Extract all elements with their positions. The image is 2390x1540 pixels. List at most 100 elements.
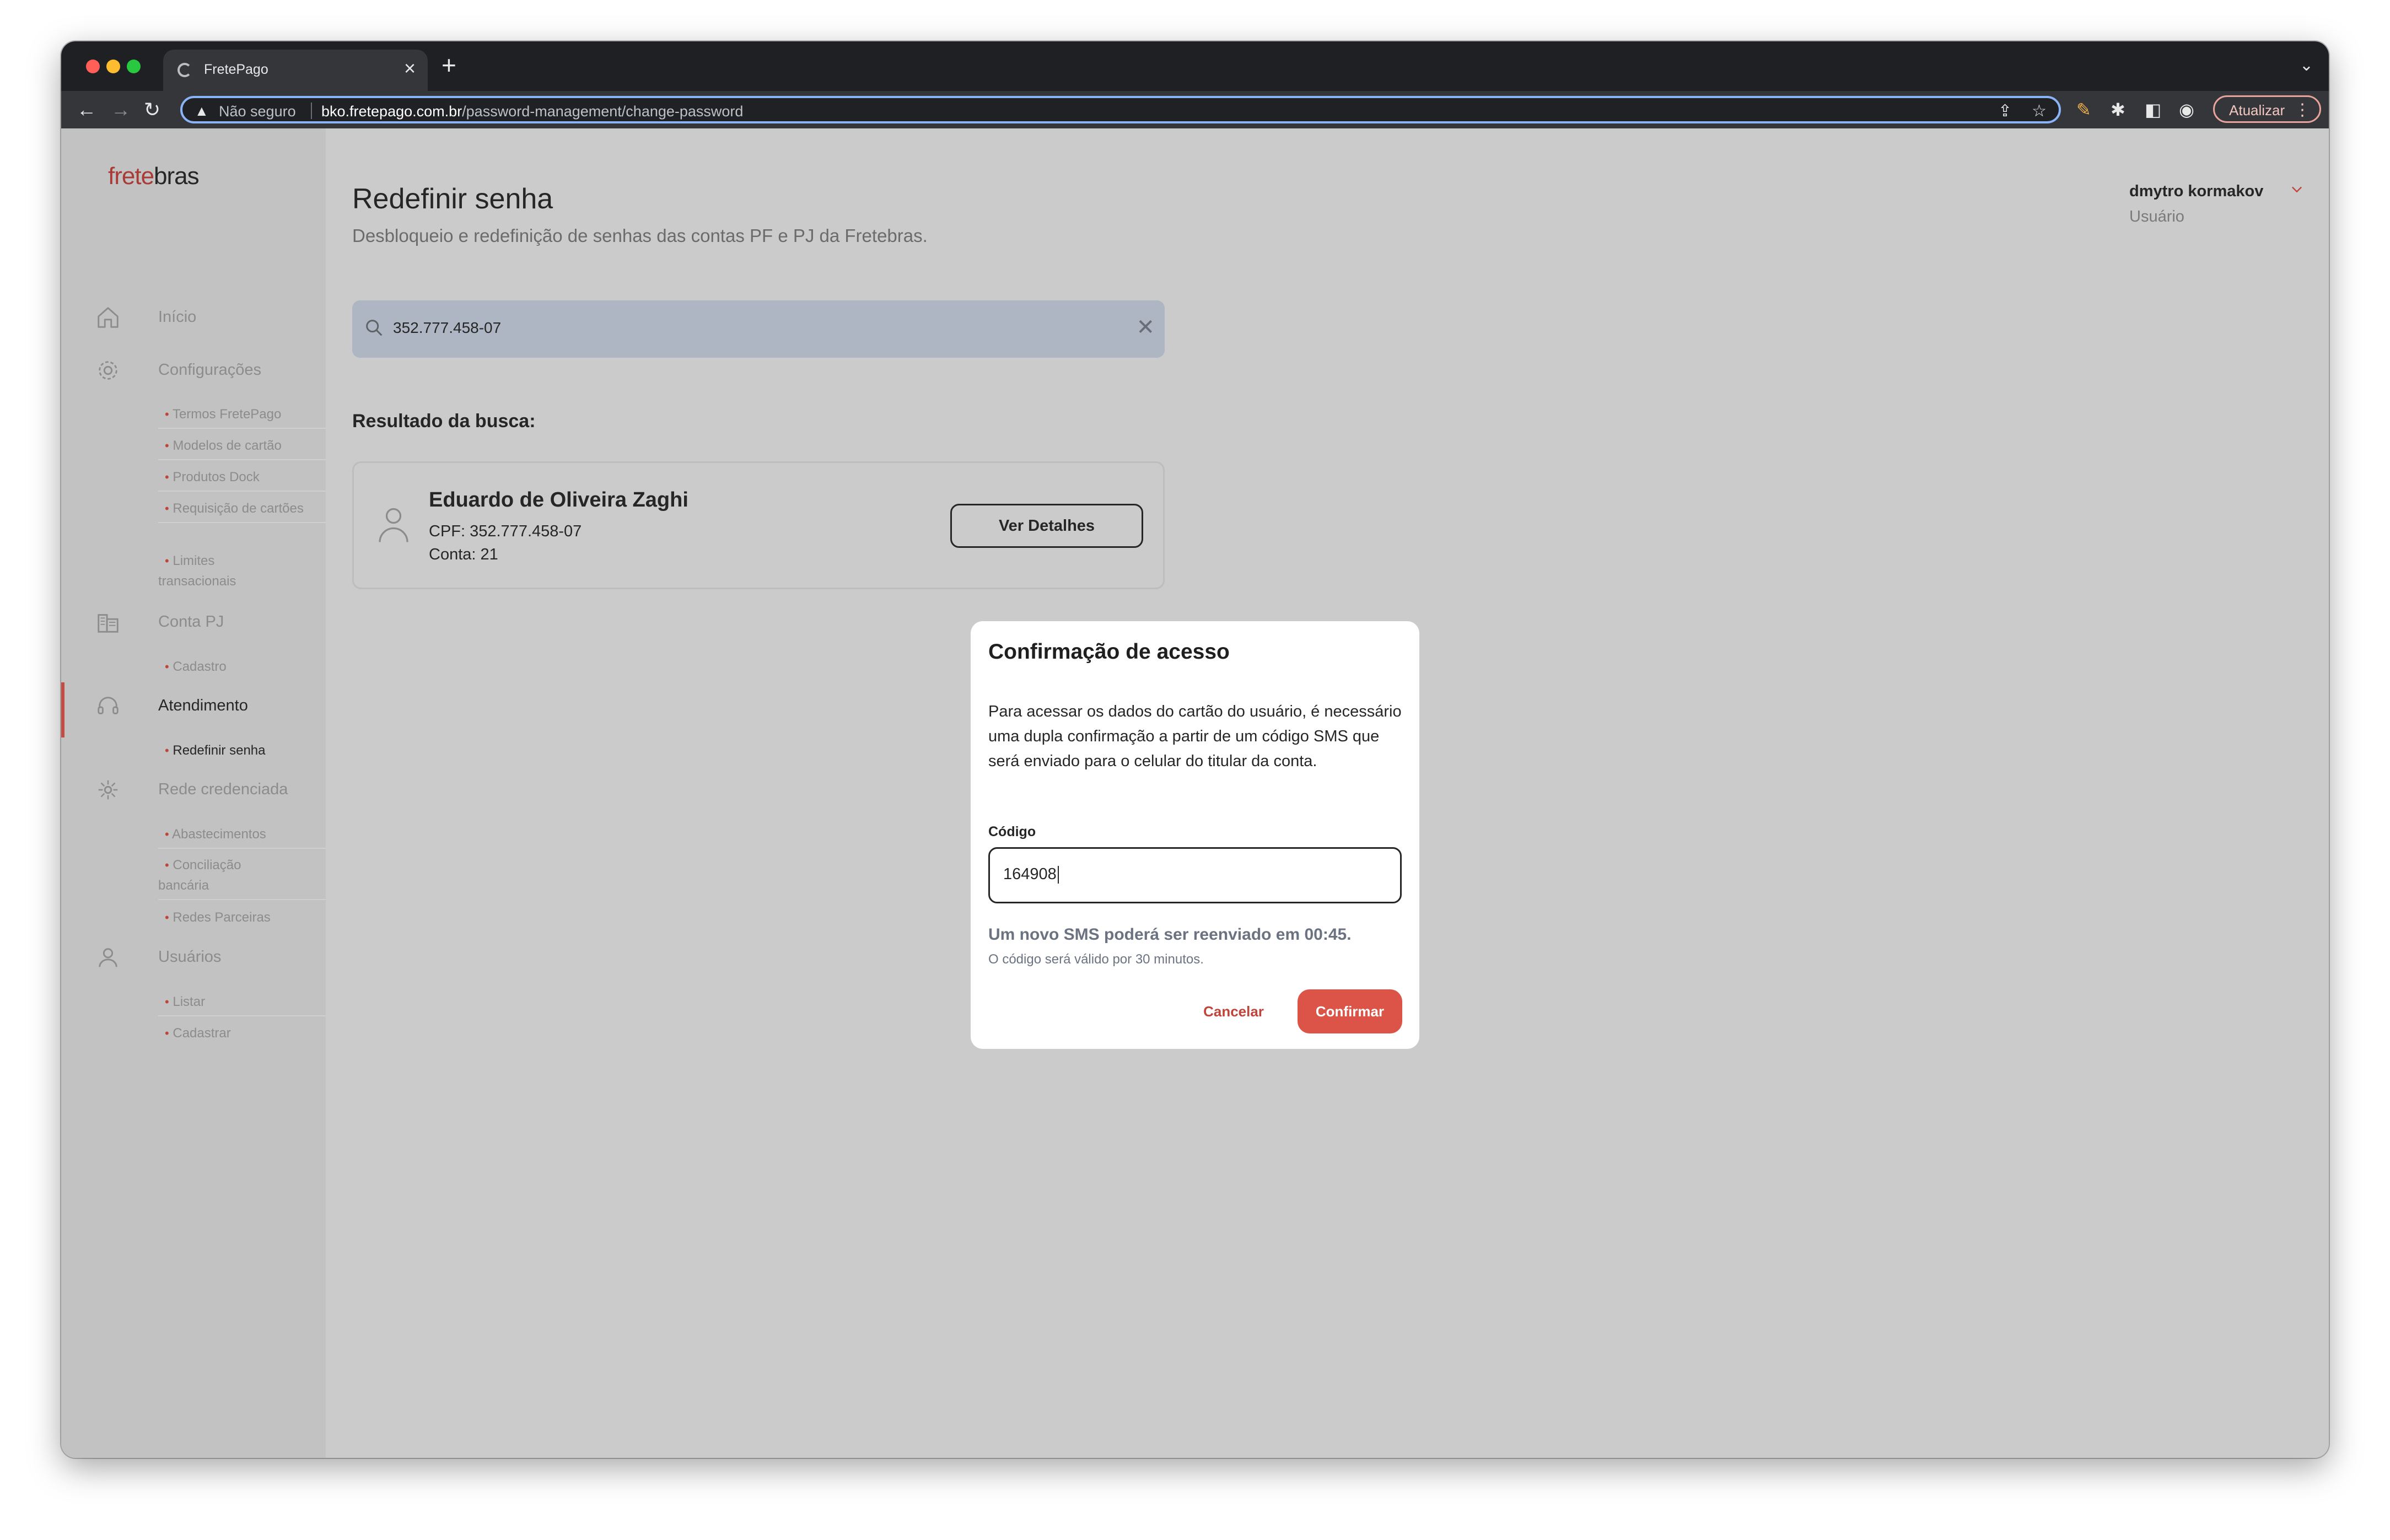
sidebar-subitem-cadastrar[interactable]: • Cadastrar	[158, 1023, 326, 1047]
sidebar-item-conta-pj[interactable]: Conta PJ	[158, 613, 224, 631]
modal-title: Confirmação de acesso	[988, 640, 1230, 664]
close-window-button[interactable]	[86, 60, 100, 73]
code-value: 164908	[1003, 865, 1057, 883]
tab-strip: FretePago × + ⌄	[61, 41, 2329, 91]
sidebar-subitem-requisicao[interactable]: • Requisição de cartões	[158, 498, 326, 523]
sidebar-subitem-label: Redes Parceiras	[173, 910, 271, 925]
bookmark-star-icon[interactable]: ☆	[2032, 101, 2047, 121]
sidebar-subitem-label: Termos FretePago	[172, 407, 282, 422]
browser-tab[interactable]: FretePago ×	[163, 50, 428, 91]
sidebar-subitem-label: Abastecimentos	[172, 827, 266, 842]
side-panel-icon[interactable]: ◧	[2145, 99, 2161, 121]
tab-close-icon[interactable]: ×	[404, 57, 416, 79]
resend-notice: Um novo SMS poderá ser reenviado em 00:4…	[988, 925, 1352, 944]
loading-favicon-icon	[177, 63, 192, 77]
result-cpf: CPF: 352.777.458-07	[429, 523, 582, 540]
code-field[interactable]: 164908	[988, 847, 1402, 903]
tab-search-chevron-icon[interactable]: ⌄	[2300, 56, 2313, 75]
sidebar-subitem-label: Cadastrar	[173, 1026, 231, 1041]
result-account: Conta: 21	[429, 546, 498, 563]
sidebar-subitem-conciliacao[interactable]: • Conciliação bancária	[158, 855, 326, 900]
kebab-menu-icon[interactable]: ⋮	[2294, 100, 2311, 120]
result-card: Eduardo de Oliveira Zaghi CPF: 352.777.4…	[352, 461, 1165, 589]
warning-triangle-icon: ▲	[195, 103, 209, 119]
sidebar-subitem-label: Limites transacionais	[158, 553, 236, 589]
sidebar-subitem-label: Requisição de cartões	[173, 501, 304, 516]
page-subtitle: Desbloqueio e redefinição de senhas das …	[352, 225, 928, 246]
update-label: Atualizar	[2229, 102, 2285, 119]
sidebar-subitem-label: Listar	[173, 994, 206, 1009]
back-icon[interactable]: ←	[77, 98, 96, 122]
sidebar-item-rede-credenciada[interactable]: Rede credenciada	[158, 780, 288, 799]
new-tab-icon[interactable]: +	[442, 51, 456, 79]
logo-dark-part: bras	[154, 163, 200, 190]
user-name[interactable]: dmytro kormakov	[2129, 182, 2263, 201]
sidebar-subitem-cadastro-pj[interactable]: • Cadastro	[158, 656, 326, 680]
active-section-indicator	[61, 682, 64, 737]
user-role: Usuário	[2129, 208, 2184, 225]
sidebar-subitem-label: Conciliação bancária	[158, 858, 241, 893]
url-path: /password-management/change-password	[462, 103, 744, 120]
fretebras-logo[interactable]: fretebras	[108, 163, 200, 190]
view-details-button[interactable]: Ver Detalhes	[950, 504, 1143, 548]
forward-icon[interactable]: →	[111, 98, 131, 122]
confirm-button[interactable]: Confirmar	[1298, 989, 1402, 1033]
sidebar-subitem-limites[interactable]: • Limites transacionais	[158, 551, 326, 595]
search-input[interactable]: 352.777.458-07 ✕	[352, 300, 1165, 358]
sidebar-subitem-label: Cadastro	[173, 659, 227, 674]
clear-search-icon[interactable]: ✕	[1136, 315, 1155, 340]
security-label: Não seguro	[219, 103, 296, 120]
text-caret	[1057, 866, 1059, 884]
address-bar[interactable]: ▲ Não seguro bko.fretepago.com.br/passwo…	[180, 96, 2061, 123]
sidebar-subitem-produtos-dock[interactable]: • Produtos Dock	[158, 467, 326, 492]
logo-red-part: frete	[108, 163, 154, 190]
extensions-puzzle-icon[interactable]: ✱	[2111, 99, 2125, 121]
chevron-down-icon[interactable]	[2289, 181, 2305, 197]
sidebar-item-usuarios[interactable]: Usuários	[158, 948, 221, 966]
reload-icon[interactable]: ↻	[144, 98, 160, 122]
search-value: 352.777.458-07	[393, 319, 502, 336]
profile-avatar-icon[interactable]: ◉	[2179, 99, 2194, 121]
user-icon	[99, 948, 117, 967]
page-title: Redefinir senha	[352, 183, 553, 215]
cancel-button[interactable]: Cancelar	[1193, 997, 1274, 1026]
access-confirmation-modal: Confirmação de acesso Para acessar os da…	[971, 621, 1419, 1049]
url-host: bko.fretepago.com.br	[321, 103, 462, 120]
sidebar-subitem-redefinir-senha[interactable]: • Redefinir senha	[158, 740, 326, 764]
home-icon	[98, 307, 119, 328]
address-separator	[311, 103, 312, 119]
tab-title: FretePago	[204, 62, 268, 77]
result-name: Eduardo de Oliveira Zaghi	[429, 488, 688, 511]
validity-notice: O código será válido por 30 minutos.	[988, 952, 1204, 967]
sidebar-subitem-termos[interactable]: • Termos FretePago	[158, 404, 326, 429]
sidebar-item-configuracoes[interactable]: Configurações	[158, 361, 261, 379]
sidebar-subitem-redes-parceiras[interactable]: • Redes Parceiras	[158, 907, 326, 931]
sidebar-item-inicio[interactable]: Início	[158, 308, 196, 326]
browser-window: FretePago × + ⌄ ← → ↻ ▲ Não seguro bko.f…	[61, 41, 2329, 1458]
network-icon	[98, 780, 118, 800]
share-icon[interactable]: ⇪	[1998, 101, 2012, 121]
sidebar: fretebras Início Configurações • Termos …	[61, 128, 326, 1458]
sidebar-subitem-label: Modelos de cartão	[173, 438, 282, 453]
url-text: bko.fretepago.com.br/password-management…	[321, 103, 743, 120]
pen-extension-icon[interactable]: ✎	[2076, 99, 2091, 121]
page-content: fretebras Início Configurações • Termos …	[61, 128, 2329, 1458]
browser-toolbar: ← → ↻ ▲ Não seguro bko.fretepago.com.br/…	[61, 91, 2329, 128]
building-icon	[98, 614, 119, 633]
headset-icon	[98, 697, 119, 714]
user-avatar-icon	[379, 508, 408, 542]
sidebar-item-atendimento[interactable]: Atendimento	[158, 697, 248, 715]
gear-icon	[99, 361, 117, 380]
update-button[interactable]: Atualizar ⋮	[2213, 95, 2321, 123]
search-icon	[366, 320, 383, 336]
minimize-window-button[interactable]	[106, 60, 120, 73]
results-label: Resultado da busca:	[352, 411, 536, 432]
modal-body: Para acessar os dados do cartão do usuár…	[988, 703, 1402, 770]
code-label: Código	[988, 824, 1036, 839]
sidebar-subitem-modelos[interactable]: • Modelos de cartão	[158, 435, 326, 460]
sidebar-subitem-label: Redefinir senha	[173, 743, 266, 758]
sidebar-subitem-label: Produtos Dock	[173, 470, 260, 484]
sidebar-subitem-abastecimentos[interactable]: • Abastecimentos	[158, 824, 326, 849]
sidebar-subitem-listar[interactable]: • Listar	[158, 992, 326, 1016]
zoom-window-button[interactable]	[127, 60, 141, 73]
